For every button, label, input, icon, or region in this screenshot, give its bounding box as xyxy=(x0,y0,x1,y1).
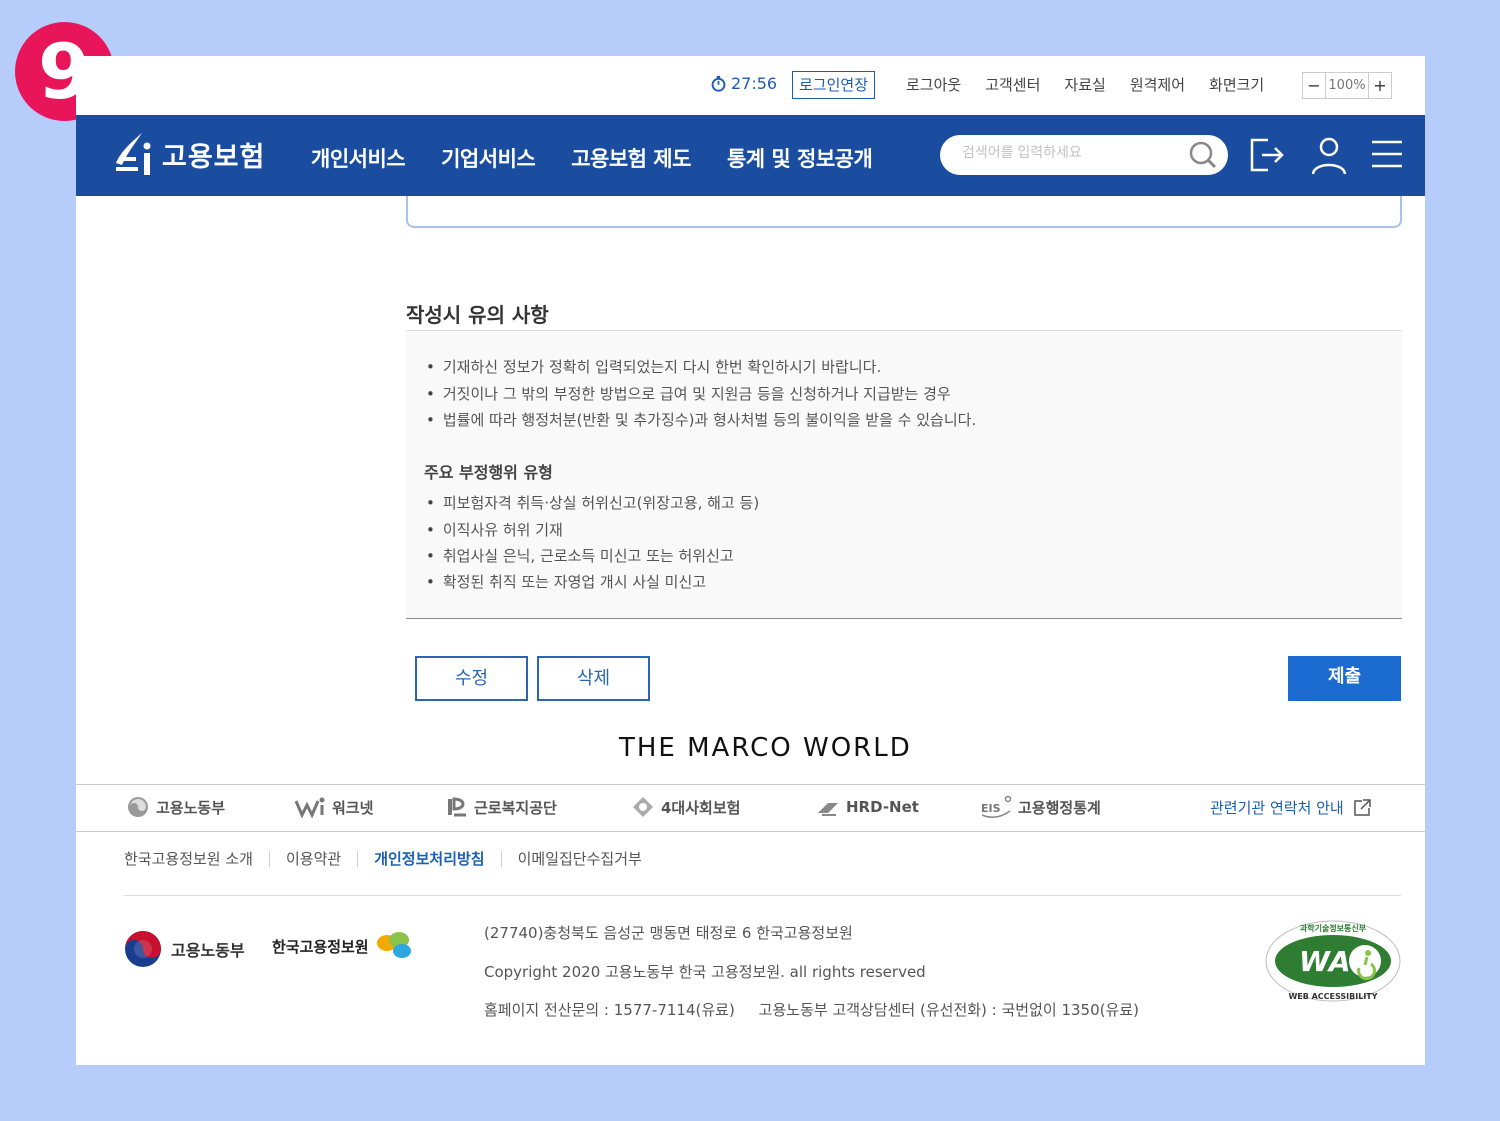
web-accessibility-mark-icon: WA 과학기술정보통신부 WEB ACCESSIBILITY xyxy=(1265,920,1401,1002)
menu-personal-services[interactable]: 개인서비스 xyxy=(311,143,406,173)
form-box-bottom xyxy=(406,196,1402,228)
stopwatch-icon xyxy=(711,75,726,92)
wa-label: WA xyxy=(1299,945,1351,978)
worknet-logo-icon xyxy=(294,797,325,819)
search-input[interactable] xyxy=(962,144,1172,160)
site-label: 4대사회보험 xyxy=(661,798,741,817)
fraud-type-item: 취업사실 은닉, 근로소득 미신고 또는 허위신고 xyxy=(426,545,734,566)
site-link-comwel[interactable]: 근로복지공단 xyxy=(444,795,557,819)
logout-icon[interactable] xyxy=(1248,134,1286,176)
zoom-in-button[interactable]: + xyxy=(1369,73,1391,98)
moel-logo: 고용노동부 xyxy=(123,929,245,969)
external-link-icon xyxy=(1354,798,1371,816)
notice-bullet: 거짓이나 그 밖의 부정한 방법으로 급여 및 지원금 등을 신청하거나 지급받… xyxy=(426,383,951,404)
keis-logo: 한국고용정보원 xyxy=(272,930,413,962)
footer-contact: 홈페이지 전산문의 : 1577-7114(유료) 고용노동부 고객상담센터 (… xyxy=(484,1001,1139,1019)
keis-leaf-logo-icon xyxy=(376,932,411,958)
search-box xyxy=(940,135,1228,175)
fraud-type-item: 이직사유 허위 기재 xyxy=(426,519,563,540)
session-timer: 27:56 xyxy=(710,74,777,93)
zoom-value: 100% xyxy=(1325,73,1369,98)
page: 27:56 로그인연장 로그아웃 고객센터 자료실 원격제어 화면크기 − 10… xyxy=(76,56,1425,1065)
main-menu: 개인서비스 기업서비스 고용보험 제도 통계 및 정보공개 xyxy=(311,143,908,173)
site-label: HRD-Net xyxy=(846,798,919,816)
4insure-logo-icon xyxy=(633,797,653,817)
fraud-type-item: 확정된 취직 또는 자영업 개시 사실 미신고 xyxy=(426,571,706,592)
notice-bullet: 법률에 따라 행정처분(반환 및 추가징수)과 형사처벌 등의 불이익을 받을 … xyxy=(426,409,976,430)
notice-title: 작성시 유의 사항 xyxy=(406,303,549,327)
timer-value: 27:56 xyxy=(731,74,778,93)
footer-address: (27740)충청북도 음성군 맹동면 태정로 6 한국고용정보원 xyxy=(484,924,853,942)
screen-size-label: 화면크기 xyxy=(1209,76,1265,94)
related-sites-bar: 고용노동부 워크넷 근로복지공단 4대사회보험 HRD-Net EIS 고용행정… xyxy=(76,784,1425,832)
notice-box: 기재하신 정보가 정확히 입력되었는지 다시 한번 확인하시기 바랍니다. 거짓… xyxy=(406,331,1402,619)
customer-center-link[interactable]: 고객센터 xyxy=(985,74,1040,95)
menu-business-services[interactable]: 기업서비스 xyxy=(441,143,536,173)
site-label: 근로복지공단 xyxy=(474,798,557,817)
wa-bottom-text: WEB ACCESSIBILITY xyxy=(1288,992,1377,1001)
logout-link[interactable]: 로그아웃 xyxy=(906,74,961,95)
related-contacts-label: 관련기관 연락처 안내 xyxy=(1210,799,1344,817)
utility-links: 로그아웃 고객센터 자료실 원격제어 화면크기 xyxy=(906,74,1288,95)
eis-logo-icon: EIS xyxy=(981,795,1012,818)
watermark: THE MARCO WORLD xyxy=(619,733,912,763)
remote-control-link[interactable]: 원격제어 xyxy=(1130,74,1185,95)
svg-text:EIS: EIS xyxy=(981,802,1001,815)
footer-copyright: Copyright 2020 고용노동부 한국 고용정보원. all right… xyxy=(484,963,926,981)
footer-link-privacy[interactable]: 개인정보처리방침 xyxy=(358,851,502,867)
fraud-types-heading: 주요 부정행위 유형 xyxy=(424,463,553,482)
wa-top-text: 과학기술정보통신부 xyxy=(1300,923,1367,933)
hamburger-menu-icon[interactable] xyxy=(1368,134,1406,176)
footer-links: 한국고용정보원 소개 이용약관 개인정보처리방침 이메일집단수집거부 xyxy=(124,851,658,867)
moel-logo-icon xyxy=(128,797,148,817)
divider xyxy=(124,895,1401,896)
footer-link-about[interactable]: 한국고용정보원 소개 xyxy=(124,851,270,867)
edit-button[interactable]: 수정 xyxy=(415,656,528,701)
footer-link-terms[interactable]: 이용약관 xyxy=(270,851,359,867)
org1-name: 고용노동부 xyxy=(171,941,245,960)
archive-link[interactable]: 자료실 xyxy=(1064,74,1105,95)
zoom-control: − 100% + xyxy=(1302,72,1392,99)
site-link-moel[interactable]: 고용노동부 xyxy=(126,795,225,819)
fraud-type-item: 피보험자격 취득·상실 허위신고(위장고용, 해고 등) xyxy=(426,492,759,513)
extend-login-button[interactable]: 로그인연장 xyxy=(792,71,876,99)
hrdnet-logo-icon xyxy=(818,803,838,816)
site-label: 고용행정통계 xyxy=(1018,798,1101,817)
site-link-4insure[interactable]: 4대사회보험 xyxy=(631,795,740,819)
utility-bar: 27:56 로그인연장 로그아웃 고객센터 자료실 원격제어 화면크기 − 10… xyxy=(76,56,1425,115)
notice-bullet: 기재하신 정보가 정확히 입력되었는지 다시 한번 확인하시기 바랍니다. xyxy=(426,356,881,377)
user-icon[interactable] xyxy=(1310,134,1348,176)
site-link-eis[interactable]: EIS 고용행정통계 xyxy=(980,795,1101,819)
ei-logo-icon xyxy=(116,133,151,175)
menu-statistics[interactable]: 통계 및 정보공개 xyxy=(727,143,873,173)
org2-name: 한국고용정보원 xyxy=(272,937,369,956)
comwel-logo-icon xyxy=(448,797,466,817)
logo-text: 고용보험 xyxy=(162,141,266,173)
taegeuk-logo-icon xyxy=(125,931,161,967)
search-icon[interactable] xyxy=(1188,140,1218,170)
main-nav: 고용보험 개인서비스 기업서비스 고용보험 제도 통계 및 정보공개 xyxy=(76,115,1425,196)
related-contacts-link[interactable]: 관련기관 연락처 안내 xyxy=(1210,797,1372,818)
site-link-hrdnet[interactable]: HRD-Net xyxy=(816,795,919,819)
delete-button[interactable]: 삭제 xyxy=(537,656,650,701)
zoom-out-button[interactable]: − xyxy=(1303,73,1325,98)
site-label: 고용노동부 xyxy=(156,798,226,817)
site-logo[interactable]: 고용보험 xyxy=(112,129,265,179)
menu-insurance-system[interactable]: 고용보험 제도 xyxy=(571,143,691,173)
site-link-worknet[interactable]: 워크넷 xyxy=(294,795,373,819)
submit-button[interactable]: 제출 xyxy=(1288,656,1401,701)
site-label: 워크넷 xyxy=(332,798,374,817)
footer-link-email-refusal[interactable]: 이메일집단수집거부 xyxy=(502,851,658,867)
